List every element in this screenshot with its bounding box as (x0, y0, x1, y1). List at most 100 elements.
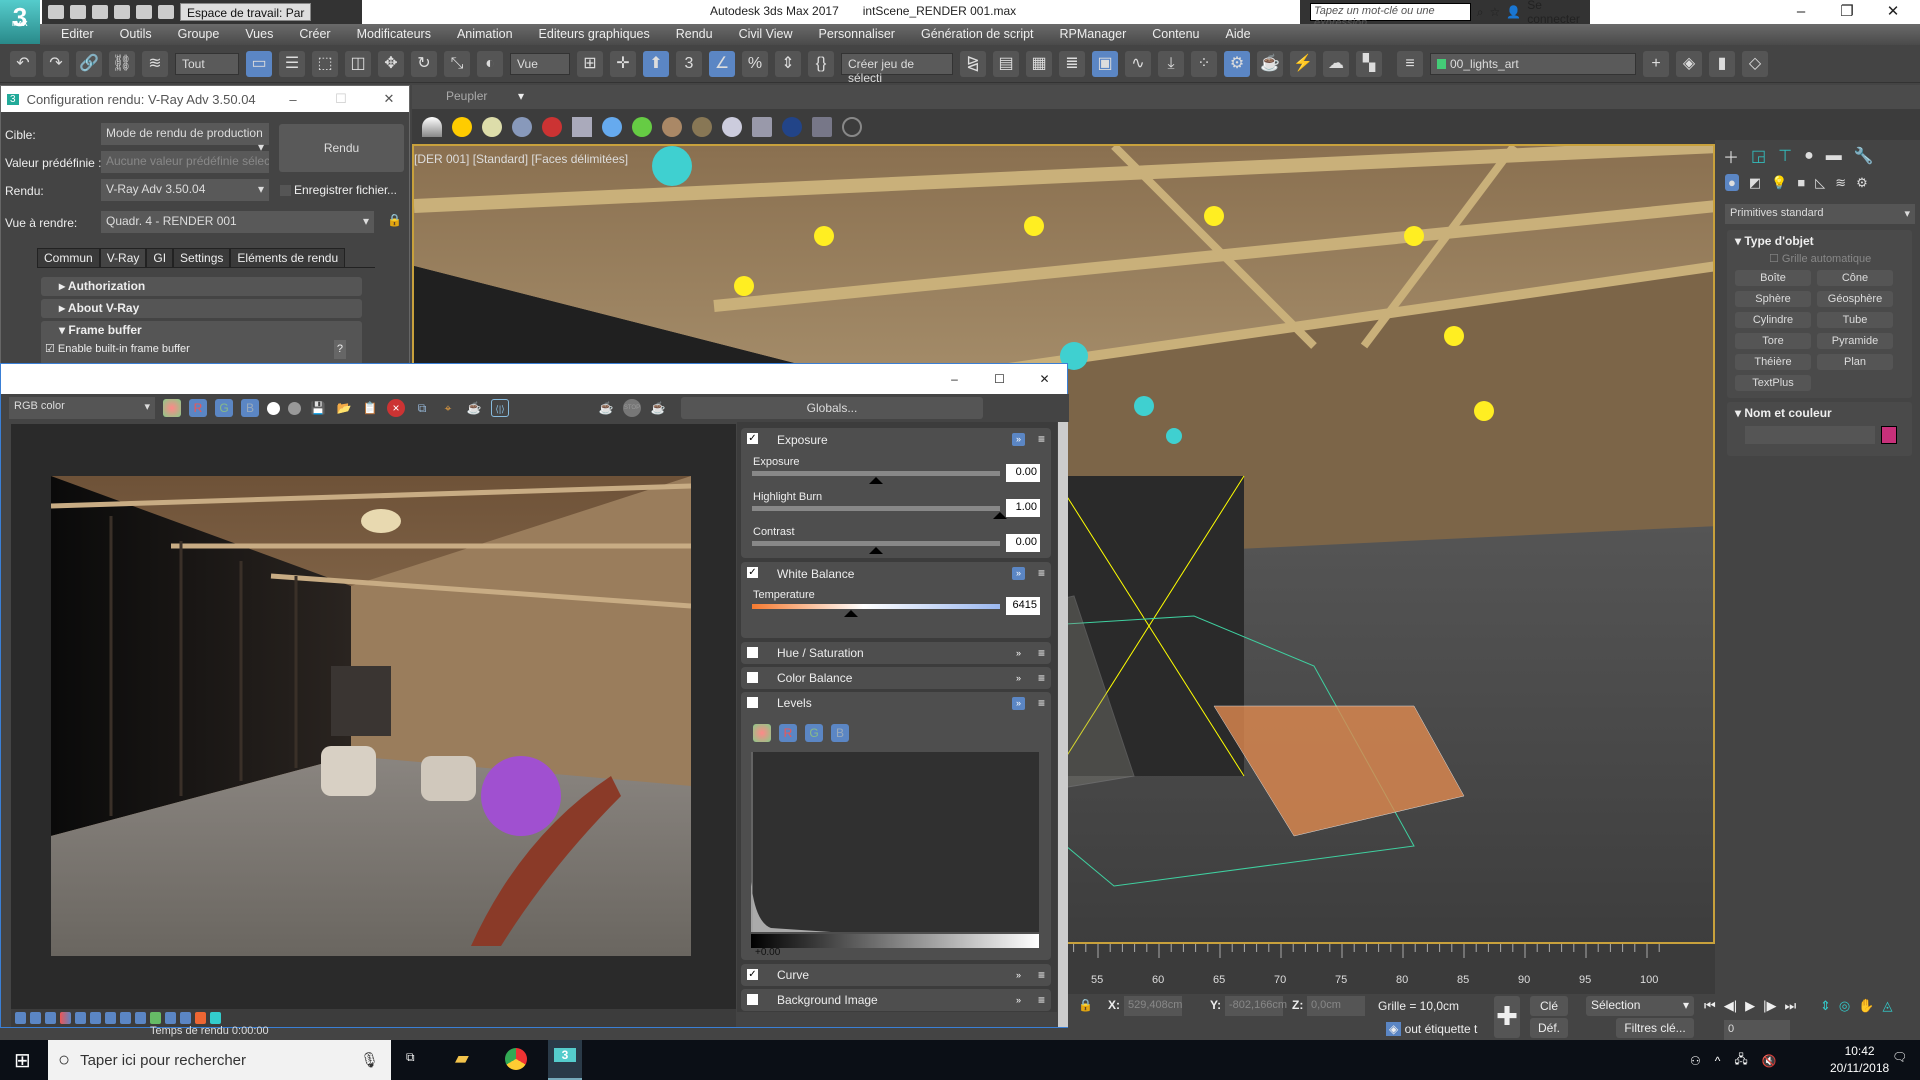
user-icon[interactable]: 👤 (1506, 5, 1521, 19)
volume-muted-icon[interactable]: 🔇 (1762, 1054, 1777, 1068)
exposure-param-slider[interactable] (752, 541, 1000, 546)
place-icon[interactable]: ◐ (477, 50, 503, 77)
mono-dot-icon[interactable] (288, 401, 301, 415)
autogrid-checkbox[interactable]: ☐ Grille automatique (1727, 252, 1912, 265)
render-gallery-icon[interactable]: ▚ (1356, 50, 1382, 77)
curve-editor-icon[interactable]: ∿ (1125, 50, 1151, 77)
clipboard-icon[interactable]: 📋 (361, 399, 379, 417)
taskbar-search[interactable]: ○ Taper ici pour rechercher 🎙 (48, 1040, 391, 1080)
pivot-icon[interactable]: ⊞ (577, 50, 603, 77)
vray-log-icon[interactable] (812, 116, 832, 137)
clear-image-icon[interactable]: × (387, 399, 405, 417)
link-icon[interactable]: 🔗 (76, 50, 102, 77)
levels-gradient[interactable] (751, 934, 1039, 948)
name-color-header[interactable]: ▾ Nom et couleur (1727, 402, 1912, 424)
slider-thumb[interactable] (993, 512, 1007, 519)
menu-14[interactable]: Aide (1213, 24, 1264, 45)
curve-checkbox[interactable]: ✓ (747, 969, 758, 980)
zoom-icon[interactable]: ⇕ (1820, 998, 1831, 1014)
primitive-button[interactable]: Plan (1817, 354, 1893, 370)
select-object-icon[interactable]: ▭ (246, 50, 272, 77)
help-button[interactable]: ? (333, 340, 346, 359)
exposure-param-value[interactable]: 0.00 (1006, 464, 1040, 482)
save-file-checkbox[interactable]: Enregistrer fichier (280, 183, 388, 197)
slider-thumb[interactable] (869, 547, 883, 554)
clock[interactable]: 10:42 20/11/2018 (1830, 1043, 1889, 1077)
renderer-dropdown[interactable]: V-Ray Adv 3.50.04 ▾ (101, 179, 269, 201)
save-icon[interactable] (92, 5, 108, 19)
glare-icon[interactable] (165, 1012, 176, 1024)
layer-explorer-icon[interactable]: ≣ (1059, 50, 1085, 77)
rollout-frame-buffer[interactable]: ▾ Frame buffer ☑ Enable built-in frame b… (41, 321, 362, 365)
primitive-button[interactable]: Sphère (1735, 291, 1811, 307)
track-mouse-icon[interactable]: ⧉ (413, 399, 431, 417)
minimize-button[interactable]: – (1778, 3, 1824, 20)
save-file-browse-button[interactable]: ... (387, 183, 397, 197)
edit-named-selection-icon[interactable]: {} (808, 50, 834, 77)
set-key-button[interactable]: Déf. clé (1530, 1018, 1568, 1038)
menu-11[interactable]: Génération de script (908, 24, 1047, 45)
exposure-param-value[interactable]: 0.00 (1006, 534, 1040, 552)
shapes-icon[interactable]: ◩ (1749, 175, 1761, 191)
material-editor-icon[interactable]: ⁘ (1191, 50, 1217, 77)
people-icon[interactable]: ⚇ (1690, 1054, 1701, 1068)
minimize-button[interactable]: – (932, 372, 977, 386)
vray-material-icon[interactable] (752, 116, 772, 137)
close-button[interactable]: ✕ (1870, 2, 1916, 20)
create-tab-icon[interactable]: ＋ (1723, 144, 1739, 168)
window-crossing-icon[interactable]: ◫ (345, 50, 371, 77)
geometry-icon[interactable]: ● (1725, 174, 1739, 191)
exposure-checkbox[interactable]: ✓ (747, 433, 758, 444)
ribbon-toggle-icon[interactable]: ▣ (1092, 50, 1118, 77)
rect-selection-icon[interactable]: ⬚ (312, 50, 338, 77)
play-icon[interactable]: ▶ (1745, 998, 1755, 1014)
go-to-start-icon[interactable]: ⏮ (1704, 998, 1716, 1014)
vray-hair-icon[interactable] (662, 116, 682, 137)
close-button[interactable]: ✕ (1022, 372, 1067, 386)
key-mode-icon[interactable]: ✛ (610, 50, 636, 77)
curve-section[interactable]: ✓ Curve» ≡ (741, 964, 1051, 986)
slider-thumb[interactable] (844, 610, 859, 617)
minimize-button[interactable]: – (273, 92, 313, 107)
levels-header[interactable]: Levels» ≡ (741, 692, 1051, 714)
color-balance-section[interactable]: Color Balance» ≡ (741, 667, 1051, 689)
menu-6[interactable]: Animation (444, 24, 526, 45)
red-channel-button[interactable]: R (189, 399, 207, 417)
utilities-tab-icon[interactable]: 🔧 (1854, 146, 1874, 166)
move-icon[interactable]: ✥ (378, 50, 404, 77)
vray-grass-icon[interactable] (632, 116, 652, 137)
histogram-icon[interactable] (105, 1012, 116, 1024)
schematic-view-icon[interactable]: ⤓ (1158, 50, 1184, 77)
save-image-icon[interactable]: 💾 (309, 399, 327, 417)
y-coordinate-field[interactable]: -802,166cm (1225, 996, 1287, 1016)
scene-explorer-icon[interactable]: ▦ (1026, 50, 1052, 77)
object-type-header[interactable]: ▾ Type d'objet (1727, 230, 1912, 252)
rotate-icon[interactable]: ↻ (411, 50, 437, 77)
expand-icon[interactable]: » (1012, 567, 1025, 580)
binoculars-icon[interactable]: ⌕ (1477, 5, 1484, 20)
green-channel-button[interactable]: G (215, 399, 233, 417)
lut-icon[interactable] (30, 1012, 41, 1024)
display-tab-icon[interactable]: ▬ (1826, 147, 1842, 165)
add-to-layer-icon[interactable]: ◈ (1676, 50, 1702, 77)
named-selection-dropdown[interactable]: Créer jeu de sélecti (841, 52, 953, 85)
ab-compare-icon[interactable]: ⟨|⟩ (491, 399, 509, 417)
color-balance-checkbox[interactable] (747, 672, 758, 683)
menu-8[interactable]: Rendu (663, 24, 726, 45)
levels-blue-button[interactable]: B (831, 724, 849, 742)
select-layer-icon[interactable]: ▮ (1709, 50, 1735, 77)
previous-frame-icon[interactable]: ◀| (1724, 998, 1737, 1014)
align-icon[interactable]: ▤ (993, 50, 1019, 77)
redo-icon[interactable] (136, 5, 152, 19)
menu-icon[interactable]: ≡ (1038, 567, 1045, 580)
primitive-button[interactable]: Tube (1817, 312, 1893, 328)
rendered-frame-window-icon[interactable]: ☕ (1257, 50, 1283, 77)
vray-dome-icon[interactable] (482, 116, 502, 137)
object-color-swatch[interactable] (1881, 426, 1897, 444)
snap-3d-icon[interactable]: 3 (676, 50, 702, 77)
lens-icon[interactable] (150, 1012, 161, 1024)
white-dot-icon[interactable] (267, 401, 280, 415)
spinner-snap-icon[interactable]: ⇕ (775, 50, 801, 77)
timeline[interactable]: 55 60 65 70 75 80 85 90 95 100 (1068, 944, 1715, 994)
menu-10[interactable]: Personnaliser (806, 24, 908, 45)
